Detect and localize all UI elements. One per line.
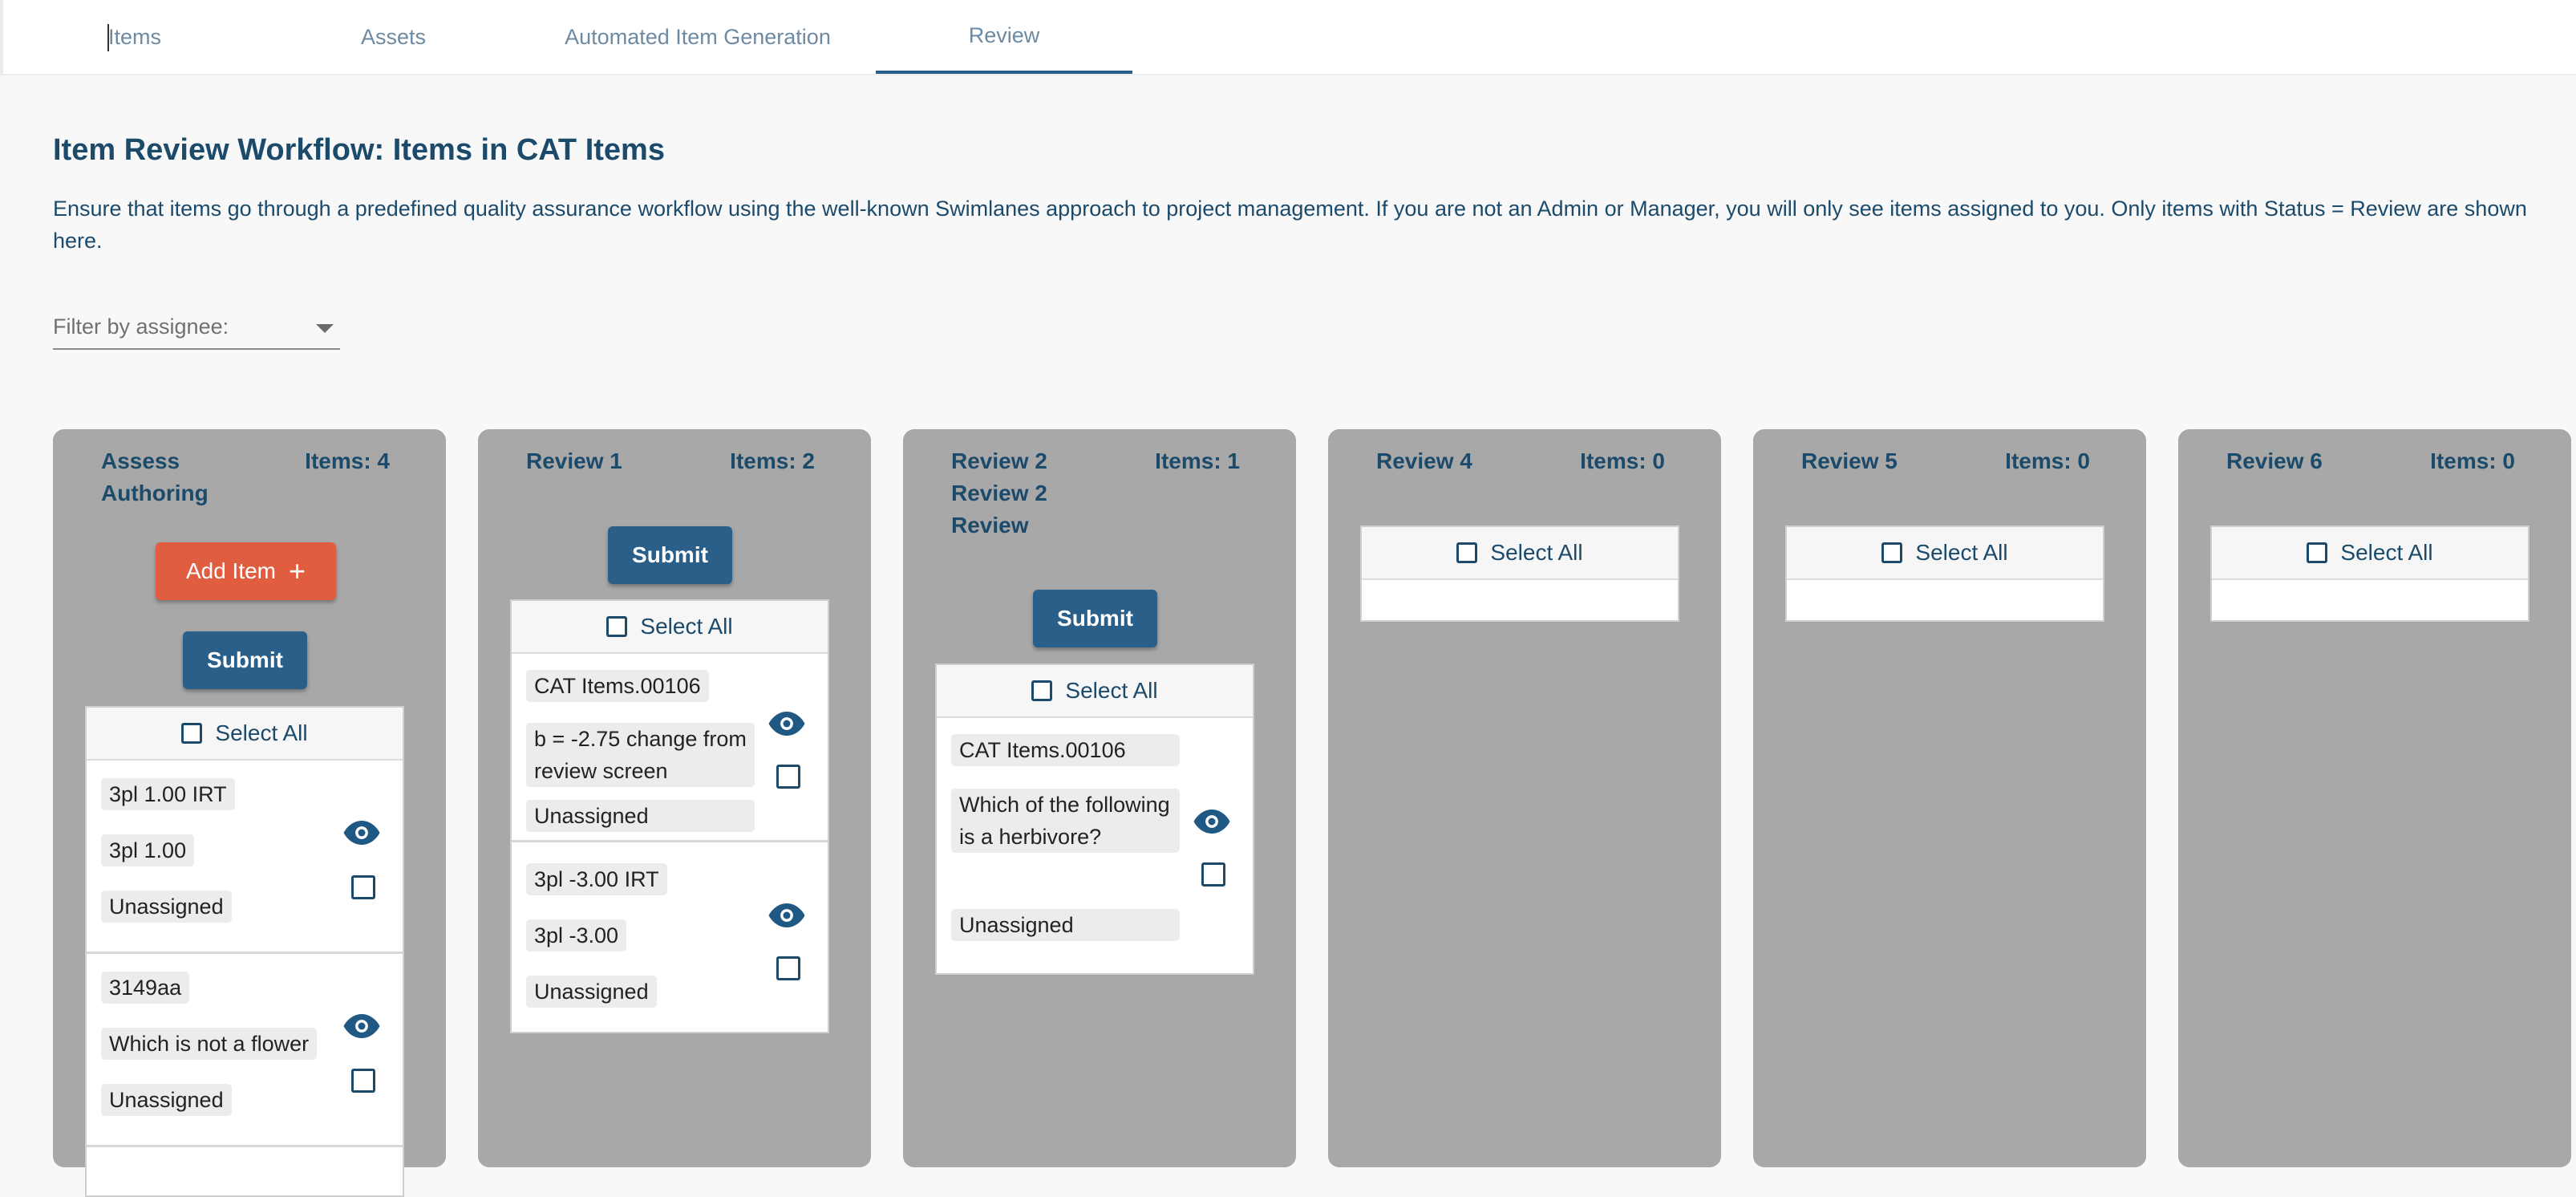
tab-items-label: Items [107,24,161,49]
lane-review-2: Review 2 Review 2 Review Items: 1 Submit… [903,429,1296,1167]
item-card[interactable]: 3149aa Which is not a flower Unassigned [87,954,403,1147]
tab-review-label: Review [968,22,1040,47]
select-all-label: Select All [1490,540,1583,565]
select-all-row[interactable]: Select All [937,665,1253,718]
item-list-panel: Select All [2210,525,2529,622]
select-all-checkbox[interactable] [181,723,203,744]
filter-label: Filter by assignee: [53,314,229,339]
item-assignee: Unassigned [101,1084,232,1116]
item-stem: 3pl -3.00 [526,919,627,952]
item-card[interactable]: CAT Items.00106 b = -2.75 change from re… [512,654,828,842]
view-eye-icon[interactable] [768,903,805,927]
select-all-row[interactable]: Select All [87,708,403,761]
tab-review[interactable]: Review [876,0,1132,74]
page-title: Item Review Workflow: Items in CAT Items [53,133,665,167]
item-card[interactable]: 3pl 1.00 IRT 3pl 1.00 Unassigned [87,761,403,954]
item-name: 3149aa [101,972,190,1004]
item-name: 3pl 1.00 IRT [101,778,235,810]
item-card[interactable]: 3pl -3.00 IRT 3pl -3.00 Unassigned [512,842,828,1032]
item-list-panel: Select All CAT Items.00106 b = -2.75 cha… [510,599,829,1033]
item-checkbox[interactable] [776,765,800,789]
lane-title: Review 1 [526,448,622,473]
add-item-button[interactable]: Add Item + [156,542,336,600]
select-all-label: Select All [1065,678,1158,703]
tab-items[interactable]: Items [6,0,263,74]
item-list-panel: Select All 3pl 1.00 IRT 3pl 1.00 Unassig… [85,706,404,1197]
select-all-label: Select All [1915,540,2008,565]
view-eye-icon[interactable] [1193,809,1230,834]
lane-review-6: Review 6 Items: 0 Select All [2178,429,2571,1167]
submit-button[interactable]: Submit [183,631,307,689]
select-all-row[interactable]: Select All [2212,527,2528,580]
select-all-checkbox[interactable] [2307,542,2328,563]
lane-title: Review 2 Review 2 Review [951,448,1047,538]
page-description: Ensure that items go through a predefine… [53,197,2527,253]
view-eye-icon[interactable] [343,1014,380,1038]
select-all-checkbox[interactable] [1881,542,1903,563]
item-assignee: Unassigned [951,909,1180,941]
lane-item-count: Items: 0 [2430,448,2515,473]
item-assignee: Unassigned [101,891,232,923]
chevron-down-icon [316,324,334,333]
item-stem: Which is not a flower [101,1028,318,1060]
lane-review-1: Review 1 Items: 2 Submit Select All CAT … [478,429,871,1167]
item-stem: 3pl 1.00 [101,834,195,866]
item-name: CAT Items.00106 [526,670,709,702]
select-all-label: Select All [215,720,308,745]
assignee-filter-select[interactable]: Filter by assignee: [53,310,340,350]
select-all-label: Select All [2340,540,2433,565]
item-card-partial [87,1147,403,1195]
tab-assets-label: Assets [360,24,427,49]
submit-button[interactable]: Submit [608,526,732,584]
select-all-checkbox[interactable] [1456,542,1478,563]
select-all-label: Select All [640,614,733,639]
tab-aig-label: Automated Item Generation [565,24,831,49]
lane-item-count: Items: 0 [2005,448,2090,473]
lane-item-count: Items: 1 [1155,448,1240,473]
lane-item-count: Items: 2 [730,448,815,473]
lane-item-count: Items: 4 [305,448,390,473]
tab-assets[interactable]: Assets [263,0,524,74]
lane-title: Assess Authoring [101,448,209,505]
top-tab-bar: Items Assets Automated Item Generation R… [0,0,2576,75]
item-name: CAT Items.00106 [951,734,1180,766]
item-checkbox[interactable] [351,1069,375,1093]
lane-review-5: Review 5 Items: 0 Select All [1753,429,2146,1167]
empty-list [2212,580,2528,620]
item-stem: Which of the following is a herbivore? [951,789,1180,853]
lane-assess-authoring: Assess Authoring Items: 4 Add Item + Subm… [53,429,446,1197]
item-card[interactable]: CAT Items.00106 Which of the following i… [937,718,1253,973]
item-assignee: Unassigned [526,976,657,1008]
view-eye-icon[interactable] [343,821,380,845]
submit-button[interactable]: Submit [1033,590,1157,647]
tab-automated-item-generation[interactable]: Automated Item Generation [524,0,872,74]
item-checkbox[interactable] [776,956,800,980]
lane-title: Review 4 [1376,448,1472,473]
item-name: 3pl -3.00 IRT [526,863,667,895]
lane-title: Review 5 [1801,448,1898,473]
select-all-row[interactable]: Select All [1362,527,1678,580]
item-list-panel: Select All [1785,525,2104,622]
item-assignee: Unassigned [526,800,755,832]
lane-review-4: Review 4 Items: 0 Select All [1328,429,1721,1167]
select-all-row[interactable]: Select All [1787,527,2103,580]
empty-list [1362,580,1678,620]
select-all-checkbox[interactable] [1031,680,1053,701]
select-all-row[interactable]: Select All [512,601,828,654]
item-checkbox[interactable] [1201,862,1225,887]
item-list-panel: Select All [1360,525,1679,622]
text-cursor [107,24,109,51]
empty-list [1787,580,2103,620]
select-all-checkbox[interactable] [606,616,628,637]
item-list-panel: Select All CAT Items.00106 Which of the … [935,663,1254,975]
lane-item-count: Items: 0 [1580,448,1665,473]
lane-title: Review 6 [2226,448,2323,473]
view-eye-icon[interactable] [768,712,805,736]
plus-icon: + [289,554,306,587]
item-checkbox[interactable] [351,875,375,899]
item-stem: b = -2.75 change from review screen [526,723,755,787]
add-item-label: Add Item [185,558,277,583]
